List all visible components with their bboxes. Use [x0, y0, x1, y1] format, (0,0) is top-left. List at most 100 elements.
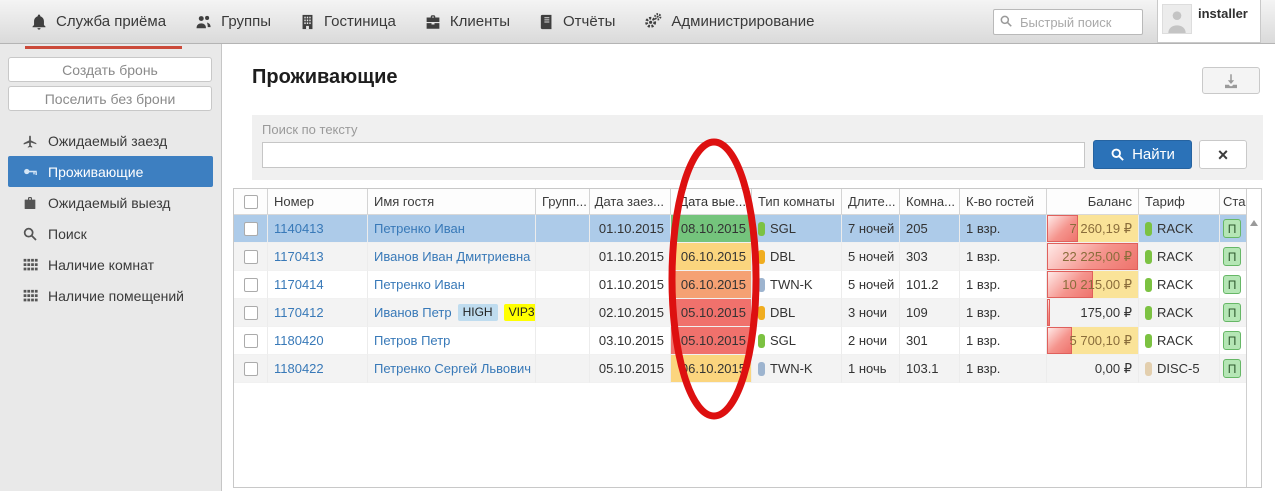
vertical-scrollbar[interactable]: [1246, 189, 1261, 487]
gears-icon: [643, 12, 663, 31]
room-type-color-icon: [758, 277, 765, 292]
cell-guest[interactable]: Петренко Сергей Львович: [367, 355, 535, 383]
sidebar-item-premises-availability[interactable]: Наличие помещений: [8, 280, 213, 311]
table-row[interactable]: 1180420 Петров Петр 03.10.2015 05.10.201…: [234, 327, 1261, 355]
cell-number[interactable]: 1140413: [267, 215, 367, 243]
table-row[interactable]: 1180422 Петренко Сергей Львович 05.10.20…: [234, 355, 1261, 383]
column-header-label: Групп...: [542, 194, 587, 209]
row-checkbox[interactable]: [243, 305, 258, 320]
select-all-checkbox[interactable]: [243, 194, 258, 209]
nav-item-label: Администрирование: [671, 13, 815, 30]
room-type-color-icon: [758, 249, 765, 264]
column-header-label: Тариф: [1145, 194, 1185, 209]
row-checkbox[interactable]: [243, 333, 258, 348]
column-header-status[interactable]: Ста: [1219, 189, 1248, 214]
column-header-tariff[interactable]: Тариф: [1138, 189, 1219, 214]
nav-item-hotel[interactable]: Гостиница: [285, 0, 410, 43]
status-badge: П: [1223, 247, 1241, 266]
column-header-room[interactable]: Комна...: [899, 189, 959, 214]
page-title: Проживающие: [252, 66, 398, 88]
column-header-select[interactable]: [234, 189, 267, 214]
cell-group: [535, 299, 589, 327]
tariff-color-icon: [1145, 305, 1152, 320]
row-checkbox[interactable]: [243, 221, 258, 236]
sidebar: Создать бронь Поселить без брони Ожидаемы…: [0, 44, 222, 491]
table-row[interactable]: 1170413 Иванов Иван Дмитриевна 01.10.201…: [234, 243, 1261, 271]
cell-guest[interactable]: Иванов Иван Дмитриевна: [367, 243, 535, 271]
nav-item-label: Гостиница: [324, 13, 396, 30]
column-header-number[interactable]: Номер: [267, 189, 367, 214]
table-row[interactable]: 1170414 Петренко Иван 01.10.2015 06.10.2…: [234, 271, 1261, 299]
sidebar-item-residents[interactable]: Проживающие: [8, 156, 213, 187]
cell-departure-date: 05.10.2015: [670, 299, 751, 327]
create-booking-button[interactable]: Создать бронь: [8, 57, 212, 82]
bell-icon: [30, 13, 48, 31]
cell-departure-date: 06.10.2015: [670, 243, 751, 271]
cell-guest[interactable]: Петренко Иван: [367, 215, 535, 243]
cell-tariff: RACK: [1138, 327, 1219, 355]
sidebar-item-expected-arrival[interactable]: Ожидаемый заезд: [8, 125, 213, 156]
column-header-guest[interactable]: Имя гостя: [367, 189, 535, 214]
column-header-guest-count[interactable]: К-во гостей: [959, 189, 1046, 214]
text-search-input[interactable]: [262, 142, 1085, 168]
status-badge: П: [1223, 331, 1241, 350]
export-button[interactable]: [1202, 67, 1260, 94]
find-button[interactable]: Найти: [1093, 140, 1192, 169]
cell-room-type: DBL: [751, 243, 841, 271]
user-menu[interactable]: installer: [1157, 0, 1261, 43]
tariff-color-icon: [1145, 333, 1152, 348]
row-checkbox[interactable]: [243, 277, 258, 292]
status-badge: П: [1223, 219, 1241, 238]
cell-arrival-date: 03.10.2015: [589, 327, 670, 355]
cell-guest-count: 1 взр.: [959, 327, 1046, 355]
sidebar-item-label: Наличие помещений: [48, 287, 184, 304]
cell-number[interactable]: 1170413: [267, 243, 367, 271]
nav-item-reception[interactable]: Служба приёма: [16, 0, 180, 43]
nav-item-clients[interactable]: Клиенты: [410, 0, 524, 43]
sidebar-item-search[interactable]: Поиск: [8, 218, 213, 249]
close-icon: ×: [1217, 144, 1229, 165]
column-header-departure[interactable]: Дата вые...: [670, 189, 751, 214]
cell-number[interactable]: 1170414: [267, 271, 367, 299]
column-header-balance[interactable]: Баланс: [1046, 189, 1138, 214]
row-checkbox[interactable]: [243, 361, 258, 376]
cell-room-type: DBL: [751, 299, 841, 327]
column-header-group[interactable]: Групп...: [535, 189, 589, 214]
cell-departure-date: 05.10.2015: [670, 327, 751, 355]
nav-item-administration[interactable]: Администрирование: [629, 0, 828, 43]
column-header-label: Имя гостя: [374, 194, 435, 209]
search-label: Поиск по тексту: [262, 122, 358, 137]
column-header-duration[interactable]: Длите...: [841, 189, 899, 214]
avatar: [1162, 4, 1192, 34]
cell-guest-count: 1 взр.: [959, 299, 1046, 327]
sidebar-item-label: Поиск: [48, 225, 87, 242]
cell-room-number: 101.2: [899, 271, 959, 299]
cell-number[interactable]: 1180422: [267, 355, 367, 383]
nav-item-reports[interactable]: Отчёты: [524, 0, 629, 43]
scroll-up-arrow-icon[interactable]: [1250, 220, 1258, 226]
cell-number[interactable]: 1170412: [267, 299, 367, 327]
sidebar-item-expected-departure[interactable]: Ожидаемый выезд: [8, 187, 213, 218]
cell-arrival-date: 05.10.2015: [589, 355, 670, 383]
column-header-arrival[interactable]: Дата заез...: [589, 189, 670, 214]
cell-number[interactable]: 1180420: [267, 327, 367, 355]
quick-search-input[interactable]: [993, 9, 1143, 35]
checkin-without-booking-button[interactable]: Поселить без брони: [8, 86, 212, 111]
nav-item-groups[interactable]: Группы: [180, 0, 285, 43]
cell-guest[interactable]: Петров Петр: [367, 327, 535, 355]
row-checkbox[interactable]: [243, 249, 258, 264]
cell-guest[interactable]: Петренко Иван: [367, 271, 535, 299]
table-row[interactable]: 1170412 Иванов Петр HIGH VIP3 02.10.2015 0…: [234, 299, 1261, 327]
nav-item-label: Служба приёма: [56, 13, 167, 30]
cell-duration: 7 ночей: [841, 215, 899, 243]
column-header-label: Ста: [1223, 194, 1246, 209]
cell-arrival-date: 01.10.2015: [589, 215, 670, 243]
clear-search-button[interactable]: ×: [1199, 140, 1247, 169]
column-header-room-type[interactable]: Тип комнаты: [751, 189, 841, 214]
sidebar-item-room-availability[interactable]: Наличие комнат: [8, 249, 213, 280]
table-row[interactable]: 1140413 Петренко Иван 01.10.2015 08.10.2…: [234, 215, 1261, 243]
cell-guest-count: 1 взр.: [959, 215, 1046, 243]
tariff-color-icon: [1145, 277, 1152, 292]
cell-guest[interactable]: Иванов Петр HIGH VIP3: [367, 299, 535, 327]
book-icon: [538, 13, 555, 31]
